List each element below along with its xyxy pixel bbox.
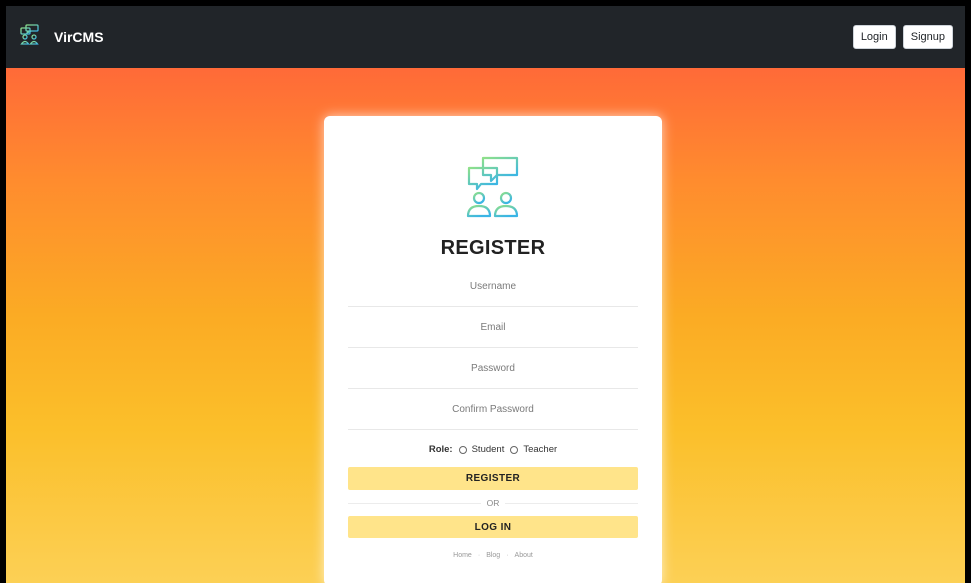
footer-links: Home · Blog · About (348, 552, 638, 559)
register-button[interactable]: REGISTER (348, 467, 638, 490)
brand[interactable]: VirCMS (20, 23, 104, 51)
or-text: OR (480, 498, 506, 508)
student-label[interactable]: Student (472, 444, 505, 455)
student-radio[interactable] (458, 445, 467, 454)
chat-users-icon (463, 156, 523, 220)
footer-link-blog[interactable]: Blog (486, 552, 500, 559)
or-divider: OR (348, 490, 638, 516)
brand-name: VirCMS (54, 29, 104, 45)
register-card: REGISTER Role: Student Teacher REGISTER … (324, 116, 662, 583)
confirm-password-input[interactable] (348, 389, 638, 430)
form-title: REGISTER (440, 237, 546, 259)
app-frame: VirCMS Login Signup REGISTER Username Em… (6, 6, 965, 583)
login-button[interactable]: LOG IN (348, 516, 638, 538)
login-nav-button[interactable]: Login (852, 25, 896, 49)
chat-users-icon (20, 23, 40, 51)
username-input[interactable] (348, 266, 638, 307)
password-input[interactable] (348, 348, 638, 389)
teacher-radio[interactable] (510, 445, 519, 454)
footer-separator: · (506, 552, 509, 559)
form-logo (348, 156, 638, 220)
role-selector: Role: Student Teacher (348, 444, 638, 455)
hero-background: REGISTER Role: Student Teacher REGISTER … (6, 68, 965, 583)
nav-buttons: Login Signup (852, 25, 953, 49)
footer-link-about[interactable]: About (515, 552, 533, 559)
footer-link-home[interactable]: Home (453, 552, 472, 559)
role-label: Role: (428, 444, 453, 455)
footer-separator: · (477, 552, 481, 559)
email-input[interactable] (348, 307, 638, 348)
signup-nav-button[interactable]: Signup (902, 25, 953, 49)
navbar: VirCMS Login Signup (6, 6, 965, 68)
teacher-label[interactable]: Teacher (523, 444, 557, 455)
form-fields (348, 266, 638, 430)
